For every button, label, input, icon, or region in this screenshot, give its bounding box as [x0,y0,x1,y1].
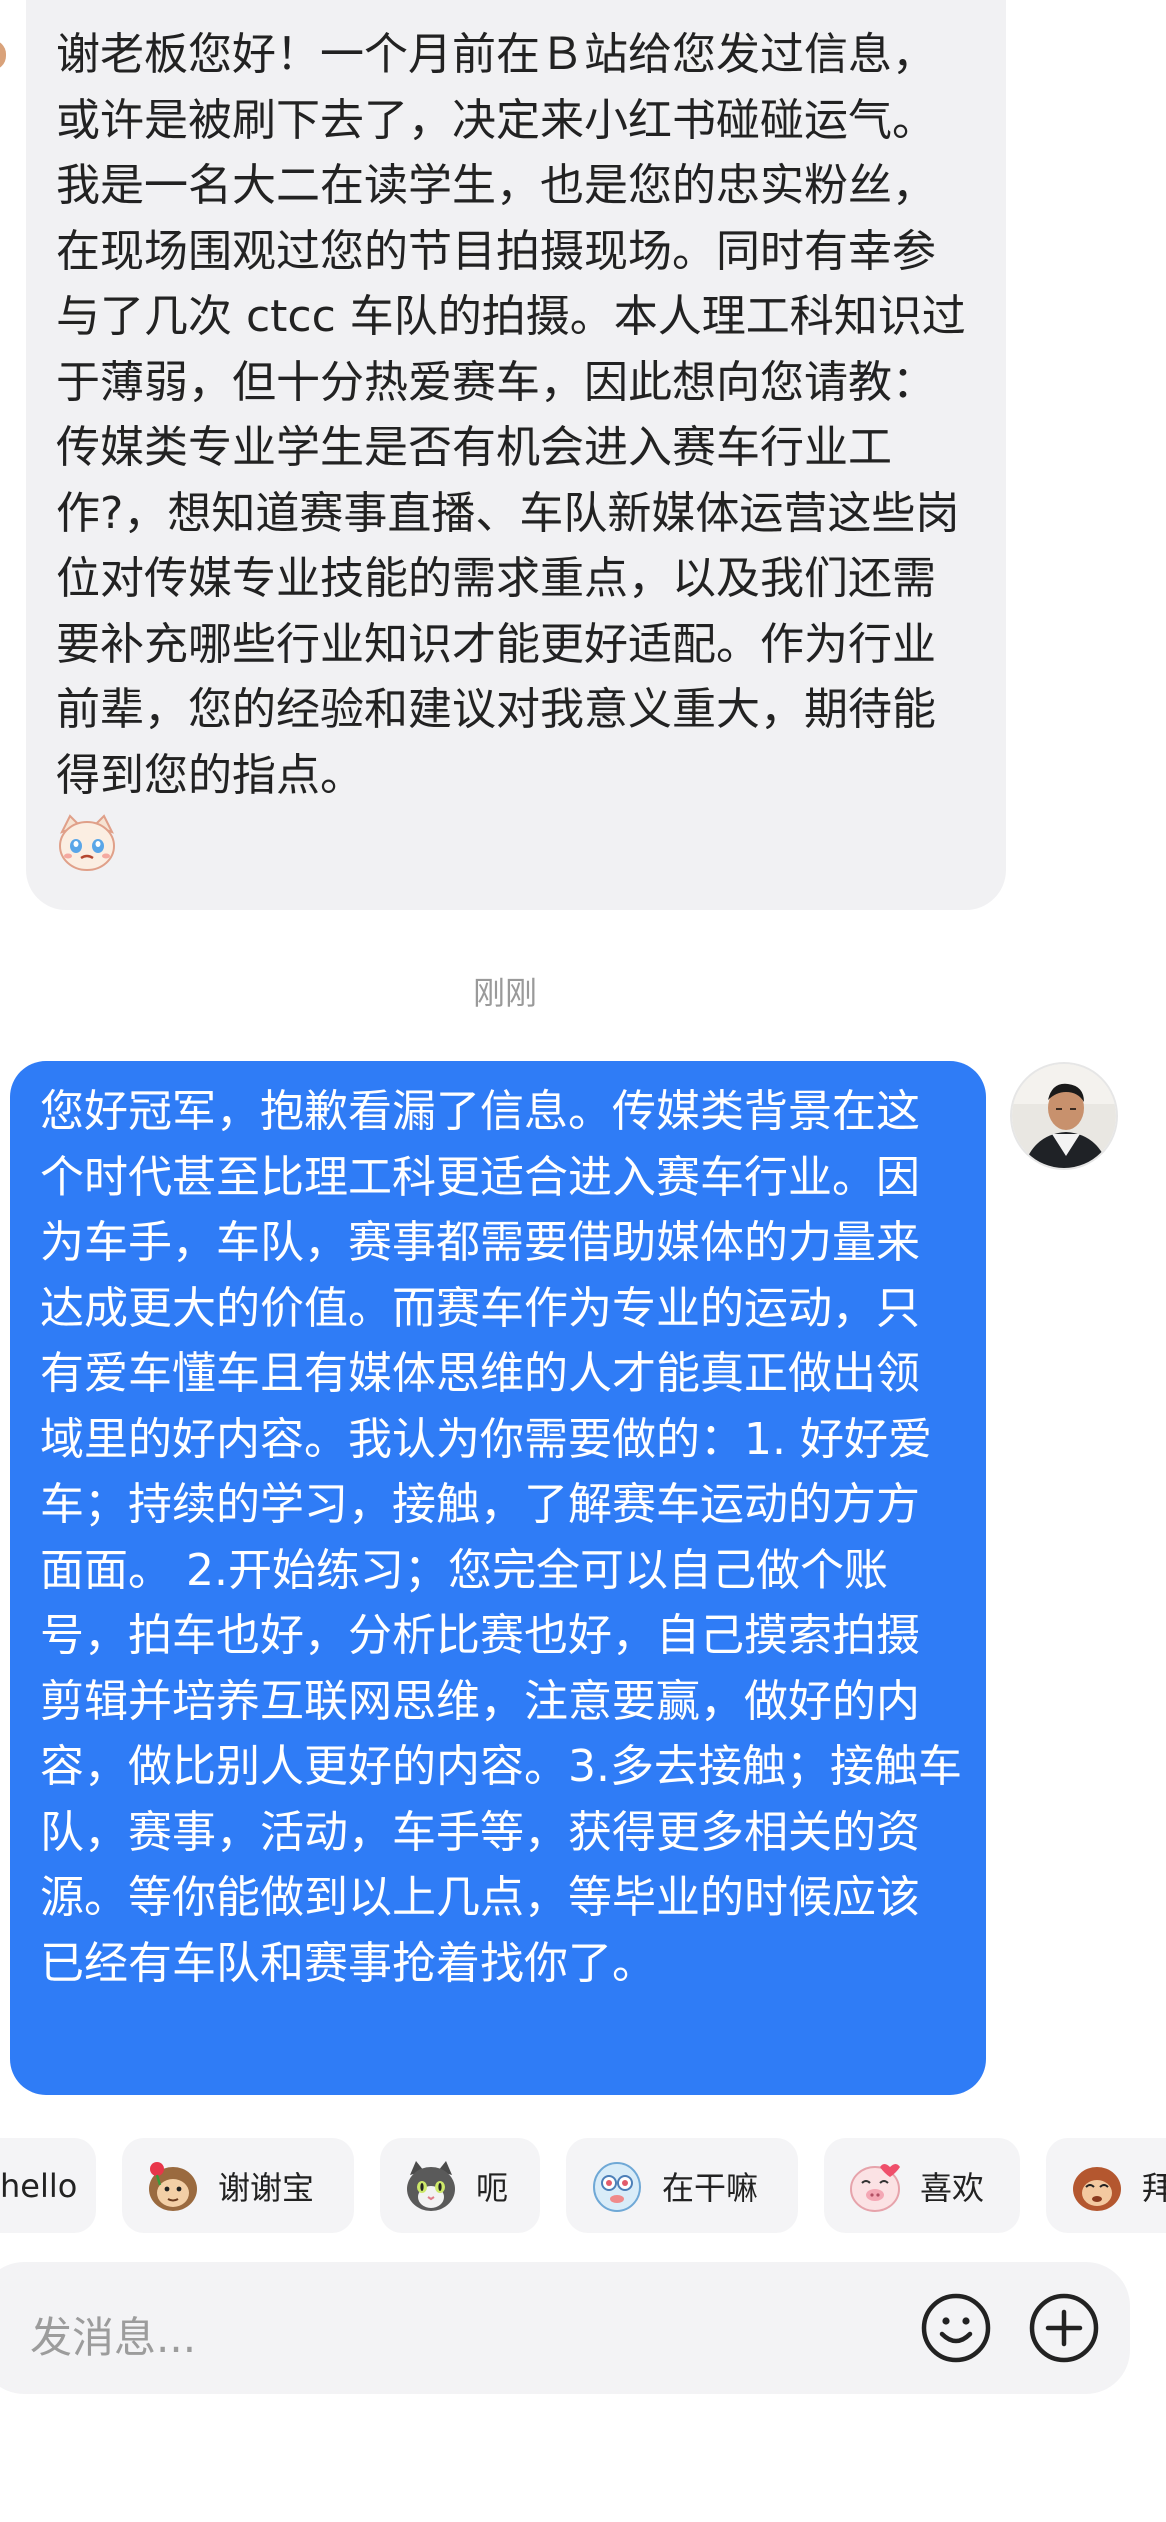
sender-avatar[interactable] [0,40,6,70]
emoji-button[interactable] [920,2292,992,2364]
incoming-message-bubble[interactable]: 谢老板您好！一个月前在Ｂ站给您发过信息，或许是被刷下去了，决定来小红书碰碰运气。… [26,0,1006,910]
pink-pig-sticker-icon [846,2157,904,2215]
monkey-rose-sticker-icon [144,2157,202,2215]
add-attachment-button[interactable] [1028,2292,1100,2364]
blue-creature-sticker-icon [588,2157,646,2215]
quick-reply-bye[interactable]: 拜 [1046,2138,1166,2233]
quick-reply-like[interactable]: 喜欢 [824,2138,1020,2233]
smiley-icon [921,2293,991,2363]
quick-reply-label: 谢谢宝 [218,2168,315,2207]
chat-screen: 谢老板您好！一个月前在Ｂ站给您发过信息，或许是被刷下去了，决定来小红书碰碰运气。… [0,0,1166,2522]
incoming-message-text: 谢老板您好！一个月前在Ｂ站给您发过信息，或许是被刷下去了，决定来小红书碰碰运气。… [56,29,966,801]
outgoing-message-text: 您好冠军，抱歉看漏了信息。传媒类背景在这个时代甚至比理工科更适合进入赛车行业。因… [40,1086,962,1989]
plus-circle-icon [1029,2293,1099,2363]
cat-sticker-icon [402,2157,460,2215]
monkey-sticker-icon [1068,2157,1126,2215]
quick-reply-what-doing[interactable]: 在干嘛 [566,2138,798,2233]
quick-reply-label: 在干嘛 [662,2168,759,2207]
message-input-field[interactable]: 发消息... [30,2304,196,2365]
quick-reply-label: 呃 [476,2168,509,2207]
quick-reply-label: hello [0,2166,78,2205]
message-timestamp: 刚刚 [472,974,537,1012]
quick-reply-uh[interactable]: 呃 [380,2138,540,2233]
outgoing-message-bubble[interactable]: 您好冠军，抱歉看漏了信息。传媒类背景在这个时代甚至比理工科更适合进入赛车行业。因… [10,1061,986,2095]
self-avatar[interactable] [1010,1062,1118,1170]
crying-cat-sticker-icon [56,812,118,874]
message-input-bar[interactable]: 发消息... [0,2262,1130,2394]
quick-reply-label: 喜欢 [920,2168,985,2207]
quick-reply-hello[interactable]: hello [0,2138,96,2233]
quick-reply-row: hello 谢谢宝 呃 在干嘛 喜欢 拜 [0,2138,1166,2233]
quick-reply-thanks[interactable]: 谢谢宝 [122,2138,354,2233]
quick-reply-label: 拜 [1142,2168,1166,2207]
